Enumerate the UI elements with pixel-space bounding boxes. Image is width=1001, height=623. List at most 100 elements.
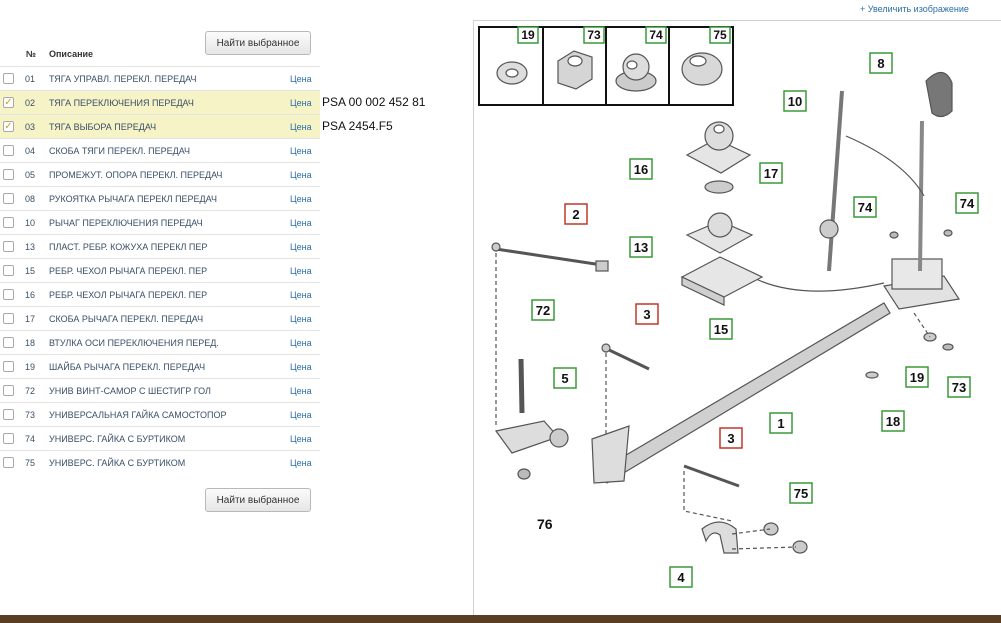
part-description: СКОБА ТЯГИ ПЕРЕКЛ. ПЕРЕДАЧ bbox=[49, 146, 190, 156]
row-checkbox[interactable] bbox=[3, 457, 14, 468]
part-description: РЕБР. ЧЕХОЛ РЫЧАГА ПЕРЕКЛ. ПЕР bbox=[49, 266, 208, 276]
price-link[interactable]: Цена bbox=[290, 434, 312, 444]
part-number: 13 bbox=[25, 242, 36, 252]
svg-text:18: 18 bbox=[886, 414, 900, 429]
part-number: 73 bbox=[25, 410, 36, 420]
callout-2[interactable]: 2 bbox=[564, 203, 588, 225]
svg-text:74: 74 bbox=[649, 28, 663, 42]
row-checkbox[interactable] bbox=[3, 169, 14, 180]
row-checkbox[interactable] bbox=[3, 385, 14, 396]
exploded-view-drawing: 19 73 74 7581016 1774 7421372 3155 19731813754 … bbox=[478, 26, 979, 588]
callout-72[interactable]: 72 bbox=[531, 299, 555, 321]
price-link[interactable]: Цена bbox=[290, 362, 312, 372]
callout-13[interactable]: 13 bbox=[629, 236, 653, 258]
part-number: 74 bbox=[25, 434, 36, 444]
price-link[interactable]: Цена bbox=[290, 410, 312, 420]
svg-text:74: 74 bbox=[960, 196, 975, 211]
callout-3[interactable]: 3 bbox=[635, 303, 659, 325]
price-link[interactable]: Цена bbox=[290, 314, 312, 324]
row-checkbox[interactable] bbox=[3, 409, 14, 420]
find-selected-button-bottom[interactable]: Найти выбранное bbox=[205, 488, 311, 512]
part-description: УНИВЕРС. ГАЙКА С БУРТИКОМ bbox=[49, 434, 186, 444]
svg-text:16: 16 bbox=[634, 162, 648, 177]
part-number: 15 bbox=[25, 266, 36, 276]
price-link[interactable]: Цена bbox=[290, 194, 312, 204]
inset-callout-73[interactable]: 73 bbox=[583, 26, 605, 44]
svg-text:10: 10 bbox=[788, 94, 802, 109]
table-row: 16 РЕБР. ЧЕХОЛ РЫЧАГА ПЕРЕКЛ. ПЕР Цена bbox=[0, 282, 320, 306]
callout-74[interactable]: 74 bbox=[853, 196, 877, 218]
callout-19[interactable]: 19 bbox=[905, 366, 929, 388]
part-description: ВТУЛКА ОСИ ПЕРЕКЛЮЧЕНИЯ ПЕРЕД. bbox=[49, 338, 219, 348]
row-checkbox[interactable] bbox=[3, 193, 14, 204]
part-number: 08 bbox=[25, 194, 36, 204]
table-row: 19 ШАЙБА РЫЧАГА ПЕРЕКЛ. ПЕРЕДАЧ Цена bbox=[0, 354, 320, 378]
row-checkbox[interactable] bbox=[3, 337, 14, 348]
row-checkbox[interactable] bbox=[3, 217, 14, 228]
price-link[interactable]: Цена bbox=[290, 242, 312, 252]
row-checkbox[interactable] bbox=[3, 265, 14, 276]
part-description: РУКОЯТКА РЫЧАГА ПЕРЕКЛ ПЕРЕДАЧ bbox=[49, 194, 217, 204]
price-link[interactable]: Цена bbox=[290, 338, 312, 348]
price-link[interactable]: Цена bbox=[290, 74, 312, 84]
svg-text:15: 15 bbox=[714, 322, 728, 337]
price-link[interactable]: Цена bbox=[290, 122, 312, 132]
part-description: РЫЧАГ ПЕРЕКЛЮЧЕНИЯ ПЕРЕДАЧ bbox=[49, 218, 203, 228]
row-checkbox[interactable] bbox=[3, 361, 14, 372]
zoom-image-link[interactable]: + Увеличить изображение bbox=[860, 4, 969, 14]
svg-text:13: 13 bbox=[634, 240, 648, 255]
callout-17[interactable]: 17 bbox=[759, 162, 783, 184]
price-link[interactable]: Цена bbox=[290, 170, 312, 180]
price-link[interactable]: Цена bbox=[290, 218, 312, 228]
part-number: 01 bbox=[25, 74, 36, 84]
inset-callout-75[interactable]: 75 bbox=[709, 26, 731, 44]
svg-text:5: 5 bbox=[561, 371, 568, 386]
row-checkbox[interactable] bbox=[3, 433, 14, 444]
callout-16[interactable]: 16 bbox=[629, 158, 653, 180]
part-description: ТЯГА УПРАВЛ. ПЕРЕКЛ. ПЕРЕДАЧ bbox=[49, 74, 197, 84]
price-link[interactable]: Цена bbox=[290, 98, 312, 108]
svg-text:19: 19 bbox=[910, 370, 924, 385]
callout-5[interactable]: 5 bbox=[553, 367, 577, 389]
row-checkbox[interactable] bbox=[3, 241, 14, 252]
row-checkbox[interactable] bbox=[3, 145, 14, 156]
callout-73[interactable]: 73 bbox=[947, 376, 971, 398]
part-number: 05 bbox=[25, 170, 36, 180]
row-checkbox[interactable] bbox=[3, 313, 14, 324]
row-checkbox[interactable]: ✓ bbox=[3, 97, 14, 108]
row-checkbox[interactable] bbox=[3, 289, 14, 300]
price-link[interactable]: Цена bbox=[290, 266, 312, 276]
callout-8[interactable]: 8 bbox=[869, 52, 893, 74]
inset-callout-19[interactable]: 19 bbox=[517, 26, 539, 44]
price-link[interactable]: Цена bbox=[290, 458, 312, 468]
price-link[interactable]: Цена bbox=[290, 290, 312, 300]
part-number: 19 bbox=[25, 362, 36, 372]
svg-text:3: 3 bbox=[643, 307, 650, 322]
part-number: 04 bbox=[25, 146, 36, 156]
part-number: 02 bbox=[25, 98, 36, 108]
callout-15[interactable]: 15 bbox=[709, 318, 733, 340]
callout-4[interactable]: 4 bbox=[669, 566, 693, 588]
callout-18[interactable]: 18 bbox=[881, 410, 905, 432]
callout-3[interactable]: 3 bbox=[719, 427, 743, 449]
part-number: 75 bbox=[25, 458, 36, 468]
callout-74[interactable]: 74 bbox=[955, 192, 979, 214]
callout-10[interactable]: 10 bbox=[783, 90, 807, 112]
part-number: 72 bbox=[25, 386, 36, 396]
part-description: ТЯГА ПЕРЕКЛЮЧЕНИЯ ПЕРЕДАЧ bbox=[49, 98, 194, 108]
footer-bar bbox=[0, 615, 1001, 623]
find-selected-button-top[interactable]: Найти выбранное bbox=[205, 31, 311, 55]
svg-text:3: 3 bbox=[727, 431, 734, 446]
column-header-description: Описание bbox=[49, 49, 94, 59]
callout-1[interactable]: 1 bbox=[769, 412, 793, 434]
row-checkbox[interactable]: ✓ bbox=[3, 121, 14, 132]
row-checkbox[interactable] bbox=[3, 73, 14, 84]
callout-75[interactable]: 75 bbox=[789, 482, 813, 504]
svg-text:2: 2 bbox=[572, 207, 579, 222]
part-number: 16 bbox=[25, 290, 36, 300]
part-number: 03 bbox=[25, 122, 36, 132]
part-description: УНИВЕРС. ГАЙКА С БУРТИКОМ bbox=[49, 458, 186, 468]
inset-callout-74[interactable]: 74 bbox=[645, 26, 667, 44]
price-link[interactable]: Цена bbox=[290, 146, 312, 156]
price-link[interactable]: Цена bbox=[290, 386, 312, 396]
